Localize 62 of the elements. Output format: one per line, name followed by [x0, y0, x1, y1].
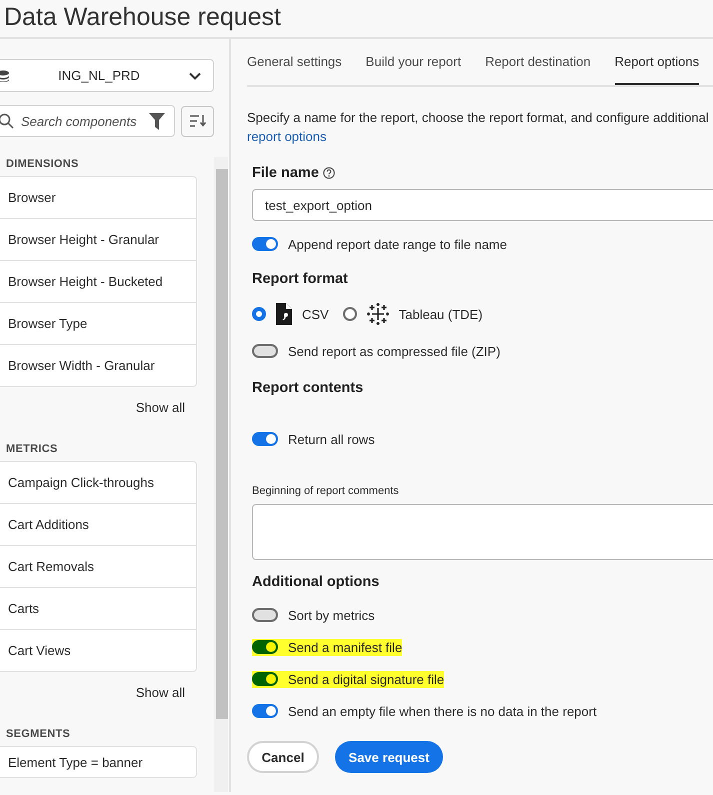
tab[interactable]: Report options	[614, 41, 700, 85]
description-text: Specify a name for the report, choose the report format, and configure additional	[247, 109, 710, 127]
component-item[interactable]: Cart Additions	[0, 503, 196, 545]
toggle-switch[interactable]	[252, 608, 278, 622]
database-icon	[0, 70, 9, 82]
component-item[interactable]: Browser Height - Bucketed	[0, 260, 196, 302]
sort-button[interactable]	[181, 106, 214, 136]
section-heading: METRICS	[6, 443, 59, 455]
component-item[interactable]: Browser Width - Granular	[0, 344, 196, 386]
toggle-label: Sort by metrics	[288, 608, 375, 622]
section-heading: Report contents	[252, 380, 364, 396]
radio-button[interactable]	[252, 307, 266, 321]
component-item[interactable]: Browser Type	[0, 302, 196, 344]
component-item[interactable]: Cart Views	[0, 629, 196, 671]
toggle-label: Send a manifest file	[288, 640, 402, 654]
toggle-label: Append report date range to file name	[288, 236, 507, 252]
component-item[interactable]: Campaign Click-throughs	[0, 462, 196, 503]
component-item[interactable]: Browser Height - Granular	[0, 218, 196, 260]
data-source-dropdown[interactable]: ING_NL_PRD	[0, 59, 214, 92]
toggle-label: Return all rows	[288, 432, 375, 446]
radio-label: Tableau (TDE)	[398, 306, 483, 322]
show-all-link[interactable]: Show all	[136, 400, 185, 415]
report-options-link[interactable]: report options	[247, 129, 326, 144]
csv-file-icon	[276, 303, 292, 325]
help-icon	[322, 167, 335, 179]
chevron-down-icon	[189, 72, 201, 80]
field-label: File name	[252, 165, 319, 181]
toggle-switch[interactable]	[252, 344, 278, 358]
component-item[interactable]: Element Type = banner	[0, 747, 196, 777]
tableau-icon	[366, 303, 389, 325]
search-field[interactable]: Search components	[0, 105, 175, 137]
file-name-field[interactable]: test_export_option	[252, 189, 713, 221]
sort-icon	[190, 115, 206, 127]
component-item[interactable]: Cart Removals	[0, 545, 196, 587]
section-heading: SEGMENTS	[6, 728, 72, 740]
toggle-switch[interactable]	[252, 432, 278, 446]
tab[interactable]: Build your report	[366, 41, 462, 85]
cancel-button[interactable]: Cancel	[247, 741, 319, 773]
show-all-link[interactable]: Show all	[136, 685, 185, 700]
scrollbar[interactable]	[214, 157, 228, 792]
filter-icon[interactable]	[149, 113, 165, 130]
toggle-label: Send a digital signature file	[288, 672, 444, 686]
toggle-label: Send report as compressed file (ZIP)	[288, 344, 500, 358]
component-item[interactable]: Browser	[0, 177, 196, 218]
toggle-switch[interactable]	[252, 704, 278, 718]
save-button[interactable]: Save request	[335, 741, 443, 773]
toggle-switch[interactable]	[252, 672, 278, 686]
component-item[interactable]: Carts	[0, 587, 196, 629]
radio-button[interactable]	[342, 307, 357, 321]
tab[interactable]: Report destination	[485, 41, 591, 85]
toggle-switch[interactable]	[252, 237, 278, 251]
comments-field[interactable]	[252, 504, 713, 560]
section-heading: DIMENSIONS	[6, 158, 80, 170]
section-heading: Report format	[252, 271, 349, 287]
section-heading: Additional options	[252, 574, 380, 590]
radio-label: CSV	[302, 306, 329, 322]
window-title: Data Warehouse request	[0, 0, 713, 39]
toggle-label: Send an empty file when there is no data in the report	[288, 704, 597, 718]
toggle-switch[interactable]	[252, 640, 278, 654]
field-label: Beginning of report comments	[252, 485, 400, 497]
tab[interactable]: General settings	[247, 41, 342, 85]
search-icon	[0, 113, 14, 129]
